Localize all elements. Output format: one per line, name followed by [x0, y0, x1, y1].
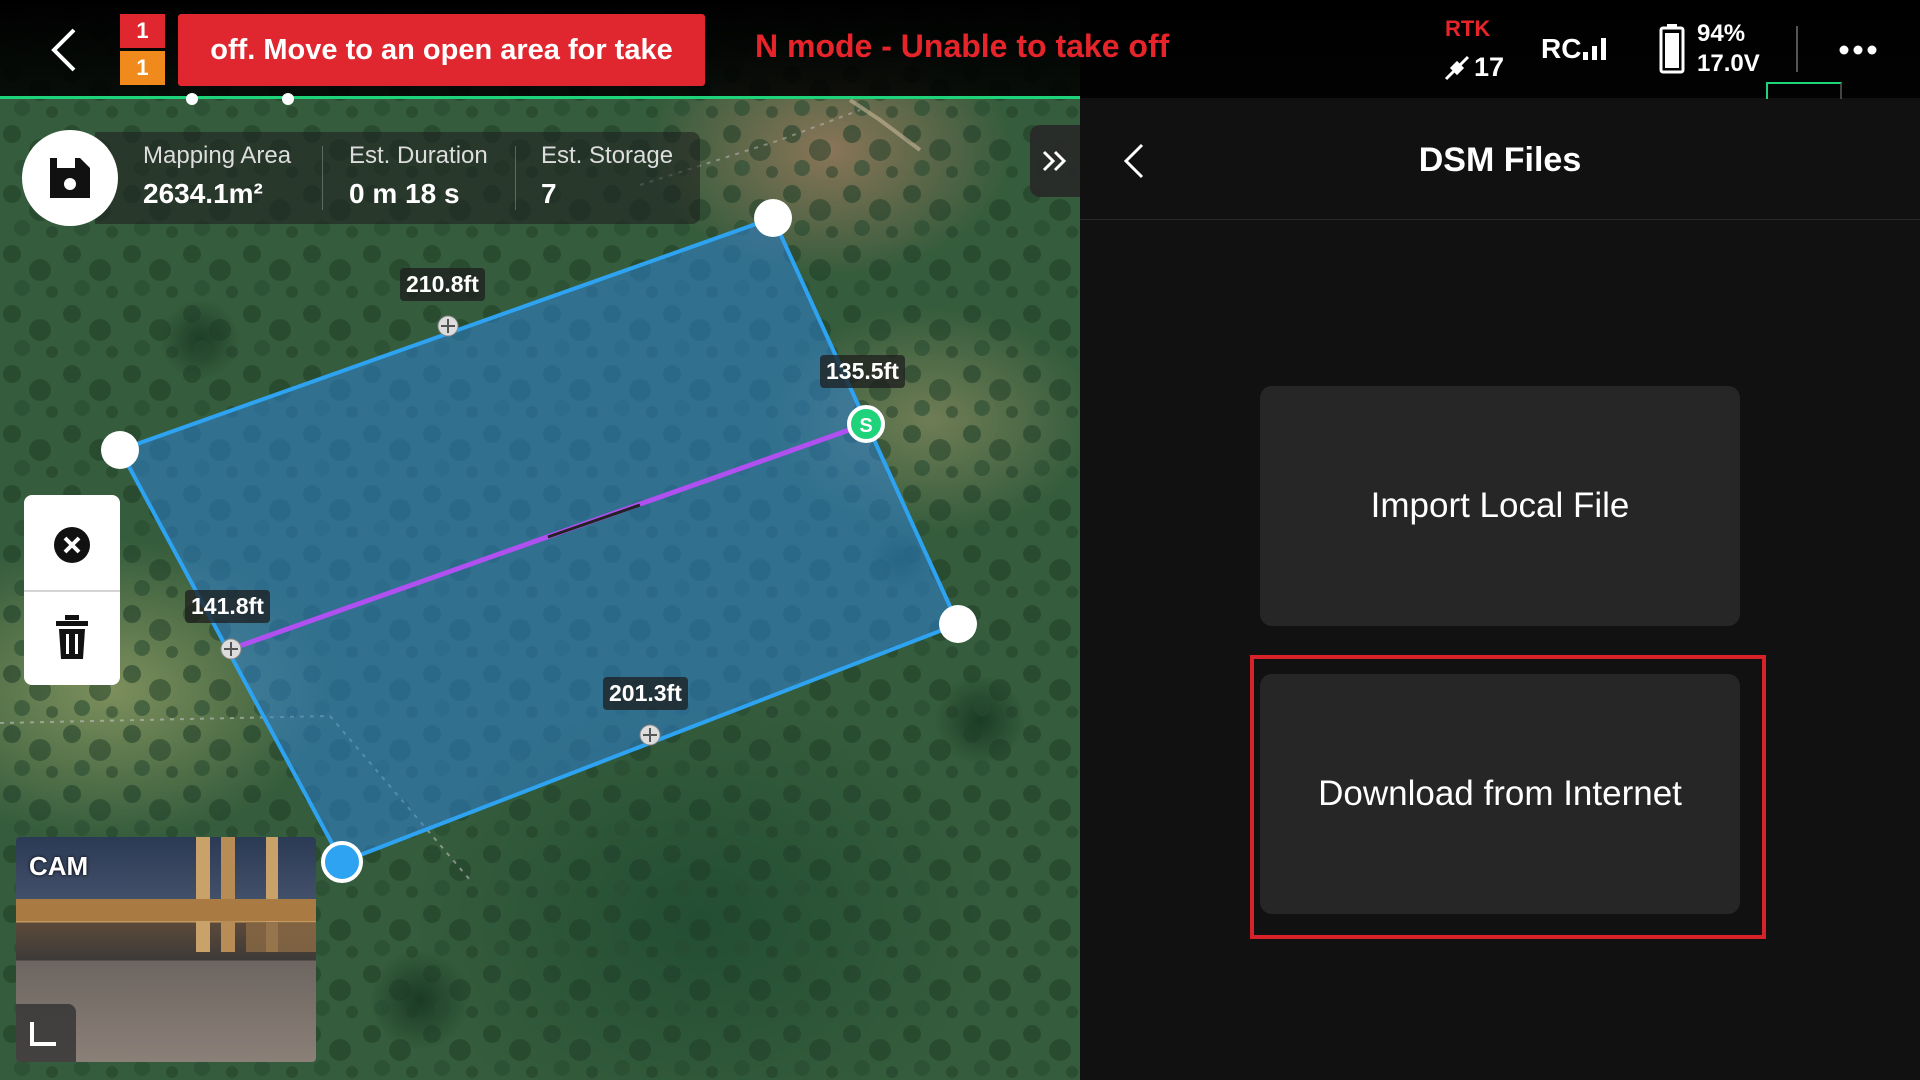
- warning-badge-top: 1: [120, 14, 165, 48]
- progress-dot: [282, 93, 294, 105]
- camera-swap-button[interactable]: [16, 1004, 76, 1062]
- dsm-files-panel: DSM Files Import Local File Download fro…: [1080, 99, 1920, 1080]
- status-accent-line: [0, 96, 1080, 99]
- satellite-icon: [1444, 55, 1470, 81]
- battery-percent: 94%: [1697, 20, 1746, 47]
- tool-divider: [24, 590, 120, 592]
- download-from-internet-button[interactable]: Download from Internet: [1260, 674, 1740, 914]
- expand-panel-button[interactable]: [1030, 125, 1080, 197]
- stat-divider: [322, 146, 323, 210]
- topbar-divider: [1796, 26, 1798, 72]
- stat-value: 7: [541, 178, 557, 209]
- mapping-stats-panel: Mapping Area 2634.1m² Est. Duration 0 m …: [95, 132, 700, 224]
- camera-label: CAM: [29, 851, 89, 881]
- warning-message-text: off. Move to an open area for take: [210, 33, 673, 66]
- back-chevron-icon[interactable]: [44, 26, 84, 74]
- rc-signal-label[interactable]: RC: [1541, 33, 1581, 65]
- close-circle-icon[interactable]: [52, 525, 92, 565]
- stat-value: 2634.1m²: [143, 178, 263, 209]
- top-status-bar: 1 1 off. Move to an open area for take N…: [0, 0, 1920, 100]
- warning-message-banner[interactable]: off. Move to an open area for take: [178, 14, 705, 86]
- stat-value: 0 m 18 s: [349, 178, 460, 209]
- trash-icon[interactable]: [54, 615, 90, 661]
- topbar-indicator: [1766, 82, 1842, 100]
- save-icon: [50, 158, 90, 198]
- edge-length-label: 201.3ft: [603, 677, 688, 710]
- polygon-vertex: [939, 605, 977, 643]
- double-chevron-right-icon: [1042, 150, 1067, 172]
- progress-dot: [186, 93, 198, 105]
- battery-voltage: 17.0V: [1697, 50, 1760, 77]
- edge-length-label: 210.8ft: [400, 268, 485, 301]
- flight-status-warning[interactable]: N mode - Unable to take off: [755, 28, 1169, 65]
- warning-badge-bottom: 1: [120, 51, 165, 85]
- stat-mapping-area: Mapping Area 2634.1m²: [143, 142, 291, 210]
- stat-est-duration: Est. Duration 0 m 18 s: [349, 142, 488, 210]
- more-dots-icon[interactable]: [1838, 40, 1878, 60]
- save-button[interactable]: [22, 130, 118, 226]
- camera-preview[interactable]: CAM: [16, 837, 316, 1062]
- satellite-count: 17: [1474, 52, 1505, 82]
- edge-length-label: 141.8ft: [185, 590, 270, 623]
- import-local-file-button[interactable]: Import Local File: [1260, 386, 1740, 626]
- edge-length-label: 135.5ft: [820, 355, 905, 388]
- stat-est-storage: Est. Storage 7: [541, 142, 673, 210]
- stat-divider: [515, 146, 516, 210]
- start-marker-label: S: [859, 415, 872, 437]
- download-button-label: Download from Internet: [1318, 774, 1682, 813]
- polygon-vertex-selected: [321, 841, 363, 883]
- stat-label: Est. Duration: [349, 142, 488, 169]
- stat-label: Est. Storage: [541, 142, 674, 169]
- panel-header: DSM Files: [1080, 99, 1920, 220]
- import-button-label: Import Local File: [1370, 486, 1630, 525]
- panel-title: DSM Files: [1418, 141, 1582, 179]
- polygon-vertex: [101, 431, 139, 469]
- polygon-vertex: [754, 199, 792, 237]
- map-tool-panel: [24, 495, 120, 685]
- rtk-label[interactable]: RTK: [1445, 16, 1490, 42]
- stat-label: Mapping Area: [143, 142, 292, 169]
- warning-count-badge[interactable]: 1 1: [120, 14, 165, 86]
- battery-icon[interactable]: [1659, 24, 1685, 74]
- corner-swap-icon: [30, 1022, 56, 1046]
- signal-bars-icon: [1583, 38, 1606, 60]
